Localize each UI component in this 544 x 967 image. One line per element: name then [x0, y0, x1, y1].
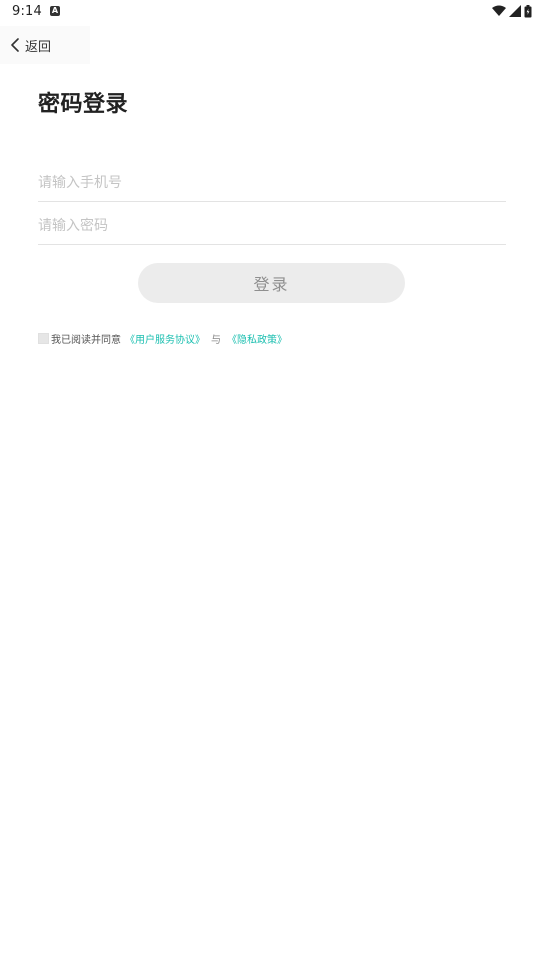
page-title: 密码登录: [38, 92, 129, 117]
user-agreement-link[interactable]: 《用户服务协议》: [125, 331, 205, 346]
status-bar: 9:14 A: [0, 0, 544, 24]
notification-a-icon: A: [50, 6, 60, 16]
password-input[interactable]: [38, 210, 506, 242]
phone-field: [38, 167, 506, 202]
privacy-policy-link[interactable]: 《隐私政策》: [227, 331, 287, 346]
login-button[interactable]: 登录: [138, 263, 405, 303]
chevron-left-icon: [10, 37, 22, 53]
back-label: 返回: [25, 39, 52, 55]
password-field: [38, 210, 506, 245]
agree-checkbox[interactable]: [38, 333, 49, 344]
status-icons: [492, 4, 532, 18]
agreement-and-text: 与: [211, 335, 221, 346]
battery-icon: [524, 4, 532, 17]
phone-input[interactable]: [38, 167, 506, 199]
agreement-text: 我已阅读并同意: [51, 335, 121, 346]
back-button[interactable]: 返回: [0, 26, 90, 64]
signal-icon: [509, 5, 521, 17]
wifi-icon: [492, 5, 506, 16]
status-time: 9:14: [12, 4, 42, 19]
agreement-row: 我已阅读并同意 《用户服务协议》 与 《隐私政策》: [38, 331, 287, 346]
